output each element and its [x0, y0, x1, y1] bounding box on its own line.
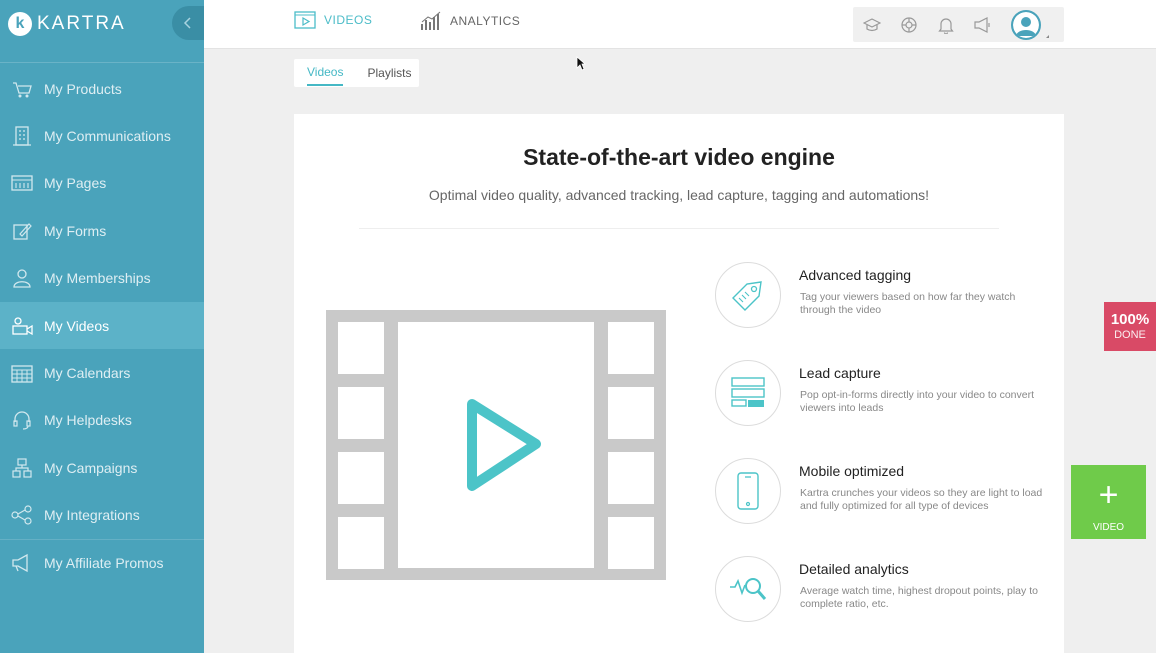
user-avatar[interactable] [1011, 9, 1041, 40]
sidebar: k KARTRA My Products My Communications M… [0, 0, 204, 653]
intro-card: State-of-the-art video engine Optimal vi… [294, 114, 1064, 653]
sidebar-item-label: My Communications [44, 128, 171, 145]
feature-icon-circle [715, 458, 781, 524]
feature-description: Average watch time, highest dropout poin… [800, 585, 1038, 610]
feature-icon-circle [715, 262, 781, 328]
membership-icon [10, 266, 34, 290]
done-percent: 100% [1110, 311, 1150, 328]
sidebar-item-label: My Calendars [44, 365, 131, 382]
subtabs: Videos Playlists [294, 59, 419, 87]
sidebar-item-memberships[interactable]: My Memberships [0, 255, 204, 302]
top-navigation: VIDEOS ANALYTICS [204, 0, 1156, 49]
feature-mobile-optimized: Mobile optimized Kartra crunches your vi… [715, 458, 1055, 528]
progress-done-badge[interactable]: 100% DONE [1104, 302, 1156, 351]
avatar-caret-icon[interactable] [1046, 35, 1049, 38]
pages-icon [10, 171, 34, 195]
campaign-icon [10, 456, 34, 480]
film-strip-illustration [326, 310, 666, 585]
subtab-playlists[interactable]: Playlists [367, 61, 411, 85]
form-pencil-icon [10, 219, 34, 243]
feature-title: Lead capture [799, 365, 881, 381]
feature-description: Pop opt-in-forms directly into your vide… [800, 389, 1035, 414]
sidebar-collapse-button[interactable] [172, 6, 204, 40]
film-play-icon [326, 310, 666, 580]
subtab-videos[interactable]: Videos [307, 60, 344, 86]
sidebar-item-label: My Forms [44, 222, 107, 239]
video-play-icon [294, 11, 316, 29]
feature-description: Kartra crunches your videos so they are … [800, 487, 1043, 512]
share-icon [10, 503, 34, 527]
tag-icon [732, 281, 762, 311]
sidebar-item-videos[interactable]: My Videos [0, 301, 204, 350]
chevron-left-icon [183, 17, 191, 29]
tab-analytics[interactable]: ANALYTICS [420, 11, 520, 31]
feature-detailed-analytics: Detailed analytics Average watch time, h… [715, 556, 1055, 626]
done-label: DONE [1114, 329, 1146, 341]
megaphone-icon [973, 16, 990, 33]
tab-analytics-label: ANALYTICS [450, 14, 521, 28]
sidebar-item-communications[interactable]: My Communications [0, 112, 204, 159]
brand-name: KARTRA [37, 13, 126, 34]
cart-icon [10, 77, 34, 101]
calendar-icon [10, 361, 34, 385]
tab-videos[interactable]: VIDEOS [294, 11, 372, 29]
sidebar-item-campaigns[interactable]: My Campaigns [0, 444, 204, 491]
lifebuoy-icon [900, 16, 917, 33]
plus-icon: + [1098, 476, 1119, 514]
training-button[interactable] [853, 7, 890, 42]
sidebar-item-label: My Integrations [44, 507, 140, 524]
sidebar-item-forms[interactable]: My Forms [0, 207, 204, 254]
sidebar-item-helpdesks[interactable]: My Helpdesks [0, 397, 204, 444]
feature-lead-capture: Lead capture Pop opt-in-forms directly i… [715, 360, 1055, 430]
feature-title: Mobile optimized [799, 463, 905, 479]
building-icon [10, 124, 34, 148]
headset-icon [10, 408, 34, 432]
sidebar-item-label: My Memberships [44, 270, 151, 287]
form-icon [731, 377, 765, 407]
toolbar-group [853, 7, 1064, 42]
user-icon [1013, 11, 1039, 38]
mouse-cursor-icon [576, 56, 586, 71]
analytics-icon [730, 578, 767, 600]
sidebar-item-integrations[interactable]: My Integrations [0, 492, 204, 539]
bell-icon [937, 17, 954, 34]
feature-description: Tag your viewers based on how far they w… [800, 291, 1016, 316]
notifications-button[interactable] [927, 7, 964, 42]
brand-logo[interactable]: k KARTRA [0, 0, 204, 48]
bar-chart-icon [420, 11, 442, 31]
sidebar-item-label: My Helpdesks [44, 412, 132, 429]
sidebar-item-label: My Campaigns [44, 459, 138, 476]
feature-icon-circle [715, 360, 781, 426]
video-icon [10, 314, 34, 338]
announcements-button[interactable] [964, 7, 1001, 42]
sidebar-item-label: My Videos [44, 317, 110, 334]
sidebar-item-affiliate-promos[interactable]: My Affiliate Promos [0, 538, 204, 586]
sidebar-item-calendars[interactable]: My Calendars [0, 349, 204, 396]
sidebar-item-products[interactable]: My Products [0, 65, 204, 112]
mobile-icon [737, 472, 759, 510]
tab-videos-label: VIDEOS [324, 13, 373, 27]
kartra-logo-icon: k [8, 12, 32, 36]
feature-title: Detailed analytics [799, 561, 909, 577]
megaphone-icon [10, 551, 34, 575]
graduation-cap-icon [862, 17, 881, 31]
add-video-label: VIDEO [1092, 522, 1125, 533]
sidebar-item-label: My Affiliate Promos [44, 555, 164, 572]
support-button[interactable] [890, 7, 927, 42]
feature-advanced-tagging: Advanced tagging Tag your viewers based … [715, 262, 1055, 332]
hero-title: State-of-the-art video engine [523, 144, 835, 170]
sidebar-divider [0, 62, 204, 63]
feature-title: Advanced tagging [799, 267, 912, 283]
add-video-button[interactable]: + VIDEO [1071, 465, 1146, 539]
sidebar-item-label: My Products [44, 80, 122, 97]
card-divider [359, 228, 999, 229]
sidebar-item-pages[interactable]: My Pages [0, 160, 204, 207]
sidebar-item-label: My Pages [44, 175, 107, 192]
hero-subtitle: Optimal video quality, advanced tracking… [428, 187, 930, 203]
feature-icon-circle [715, 556, 781, 622]
